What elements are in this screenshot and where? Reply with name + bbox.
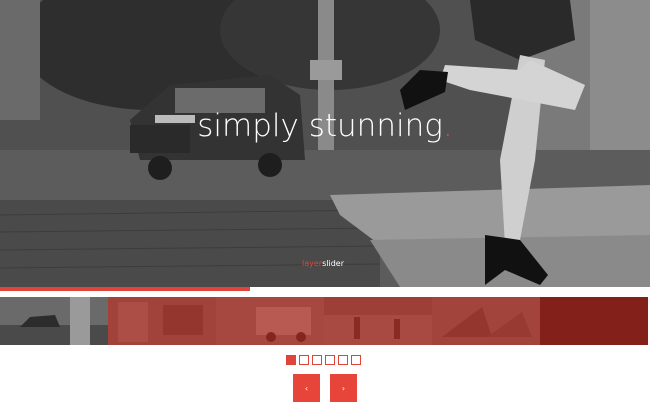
- slide-progress-track: [0, 287, 650, 291]
- slide-progress-bar: [0, 287, 251, 291]
- thumbnail-item[interactable]: [216, 297, 324, 345]
- thumbnail-item[interactable]: [324, 297, 432, 345]
- thumbnail-tint: [432, 297, 540, 345]
- slide-bullets: [286, 355, 361, 365]
- slide-bullet[interactable]: [351, 355, 361, 365]
- slide-bullet[interactable]: [312, 355, 322, 365]
- chevron-right-icon: ›: [341, 383, 346, 393]
- next-slide-button[interactable]: ›: [330, 374, 357, 402]
- chevron-left-icon: ‹: [304, 383, 309, 393]
- thumbnail-item[interactable]: [0, 297, 108, 345]
- thumbnail-tint: [216, 297, 324, 345]
- watermark-accent: layer: [302, 259, 323, 268]
- headline-dot: .: [442, 108, 453, 144]
- headline-text: simply stunning: [197, 108, 443, 144]
- thumbnail-tint: [324, 297, 432, 345]
- thumbnail-item[interactable]: [540, 297, 648, 345]
- prev-slide-button[interactable]: ‹: [293, 374, 320, 402]
- watermark-text: slider: [322, 259, 344, 268]
- thumbnail-tint: [108, 297, 216, 345]
- thumbnail-tint: [540, 297, 648, 345]
- thumbnail-item[interactable]: [108, 297, 216, 345]
- slide-bullet[interactable]: [299, 355, 309, 365]
- hero-slide: simply stunning. layerslider: [0, 0, 650, 287]
- slider-watermark: layerslider: [302, 259, 344, 268]
- slide-bullet[interactable]: [325, 355, 335, 365]
- thumbnail-tint: [0, 297, 108, 345]
- slide-headline: simply stunning.: [0, 108, 650, 144]
- slide-bullet[interactable]: [286, 355, 296, 365]
- thumbnail-item[interactable]: [432, 297, 540, 345]
- slide-bullet[interactable]: [338, 355, 348, 365]
- thumbnail-strip: [0, 297, 650, 345]
